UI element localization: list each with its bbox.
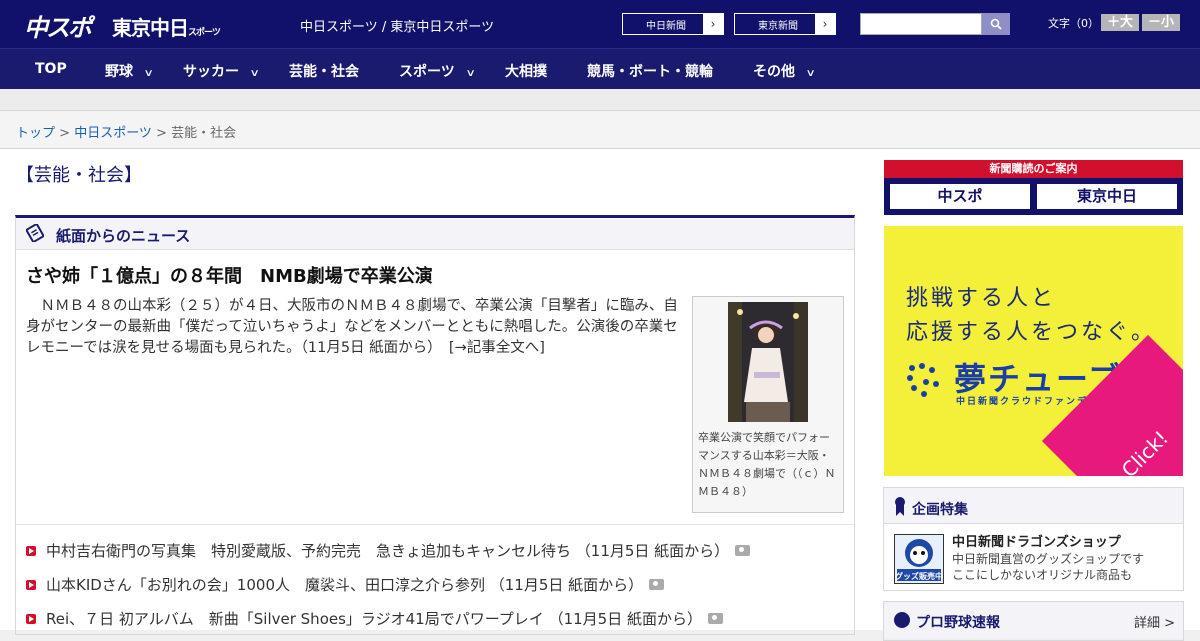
nav-item-label: TOP [35,61,67,77]
list-divider [16,524,854,525]
baseball-scores-box: プロ野球速報 詳細 > [883,601,1184,641]
chevron-down-icon: ∨ [465,68,476,79]
nav-item-baseball[interactable]: 野球 ∨ [105,61,154,81]
crowdfunding-ad[interactable]: 挑戦する人と 応援する人をつなぐ。 夢チューブ 中日新聞クラウドファンディング … [884,226,1183,476]
chevron-down-icon: ∨ [805,68,816,79]
breadcrumb-separator: > [55,126,75,141]
search-button[interactable] [982,13,1010,35]
list-item-text: 中村吉右衛門の写真集 特別愛蔵版、予約完売 急きょ追加もキャンセル待ち （11月… [46,542,730,560]
newspaper-icon [26,224,44,242]
nav-item-other[interactable]: その他 ∨ [753,61,816,81]
lead-photo-box: 卒業公演で笑顔でパフォーマンスする山本彩＝大阪・ＮＭＢ４８劇場で（（ｃ）ＮＭＢ４… [692,296,844,513]
dragons-shop-thumbnail[interactable]: グッズ販売中 [894,534,944,584]
feature-header: 企画特集 [884,488,1183,524]
baseball-icon [894,612,910,628]
nav-item-label: 大相撲 [505,64,547,80]
arrow-bullet-icon [26,580,36,590]
arrow-bullet-icon [26,546,36,556]
list-item[interactable]: 中村吉右衛門の写真集 特別愛蔵版、予約完売 急きょ追加もキャンセル待ち （11月… [26,540,751,561]
page-title: 【芸能・社会】 [16,165,142,186]
ribbon-icon [895,497,905,516]
dragons-mascot-icon: グッズ販売中 [895,539,943,581]
tokyo-chunichi-sports-logo[interactable]: 東京中日スポーツ [112,12,221,41]
spacer-strip [0,89,1200,111]
nav-item-label: 競馬・ボート・競輪 [587,64,713,80]
nav-item-label: その他 [753,64,795,80]
chevron-down-icon: ∨ [249,68,260,79]
subscription-chunichi-sports[interactable]: 中スポ [888,182,1032,211]
nav-item-entertainment[interactable]: 芸能・社会 [289,61,359,81]
performer-photo-icon [728,302,808,422]
breadcrumb: トップ > 中日スポーツ > 芸能・社会 [16,122,236,141]
tokyo-chunichi-logo-text: 東京中日 [112,16,189,40]
nav-item-label: サッカー [183,64,239,80]
breadcrumb-chunichi-sports[interactable]: 中日スポーツ [74,126,152,141]
nav-item-racing[interactable]: 競馬・ボート・競輪 [587,61,713,81]
chunichi-shimbun-link[interactable]: 中日新聞 › [622,13,724,35]
nav-item-sports[interactable]: スポーツ ∨ [399,61,476,81]
lead-photo[interactable] [728,302,808,422]
font-size-label: 文字（0） [1048,17,1099,30]
font-smaller-button[interactable]: －小 [1142,14,1180,31]
chevron-right-icon: › [703,14,723,34]
nav-item-label: スポーツ [399,64,455,80]
nav-item-label: 野球 [105,64,133,80]
dots-logo-icon [907,363,939,397]
nav-item-top[interactable]: TOP [35,61,67,77]
breadcrumb-current: 芸能・社会 [171,126,237,141]
feature-box: 企画特集 グッズ販売中 中日新聞ドラゴンズショップ 中日新聞直営のグッズショップ… [883,487,1184,591]
lead-article-body[interactable]: ＮＭＢ４８の山本彩（２５）が４日、大阪市のＮＭＢ４８劇場で、卒業公演「目撃者」に… [26,296,686,359]
top-header: 中スポ 東京中日スポーツ 中日スポーツ / 東京中日スポーツ 中日新聞 › 東京… [0,0,1200,48]
main-nav: TOP 野球 ∨ サッカー ∨ 芸能・社会 スポーツ ∨ 大相撲 競馬・ボート・競輪 … [0,48,1200,89]
list-item-text: Rei、７日 初アルバム 新曲「Silver Shoes」ラジオ41局でパワープ… [46,610,702,628]
breadcrumb-bar: トップ > 中日スポーツ > 芸能・社会 [0,111,1200,149]
shop-title[interactable]: 中日新聞ドラゴンズショップ [952,531,1121,550]
breadcrumb-top[interactable]: トップ [16,126,55,141]
baseball-header: プロ野球速報 詳細 > [884,602,1183,638]
shop-desc-line-2: ここにしかないオリジナル商品も [952,568,1133,582]
camera-icon [735,545,751,556]
search-input[interactable] [860,13,982,35]
search-icon [990,18,1002,30]
camera-icon [649,579,665,590]
news-box-title: 紙面からのニュース [56,227,191,245]
nav-item-label: 芸能・社会 [289,64,359,80]
shop-desc-line-1: 中日新聞直営のグッズショップです [952,552,1145,566]
breadcrumb-separator: > [151,126,172,141]
list-item[interactable]: Rei、７日 初アルバム 新曲「Silver Shoes」ラジオ41局でパワープ… [26,608,723,629]
list-item[interactable]: 山本KIDさん「お別れの会」1000人 魔裟斗、田口淳之介ら参列 （11月5日 … [26,574,665,595]
arrow-bullet-icon [26,614,36,624]
baseball-detail-link[interactable]: 詳細 > [1134,612,1175,631]
main-content: 【芸能・社会】 紙面からのニュース さや姉「１億点」の８年間 NMB劇場で卒業公… [0,149,1200,641]
nav-item-soccer[interactable]: サッカー ∨ [183,61,260,81]
feature-title: 企画特集 [912,502,968,518]
shop-thumb-text: グッズ販売中 [895,571,943,581]
font-larger-button[interactable]: ＋大 [1101,14,1139,31]
tokyo-shimbun-link[interactable]: 東京新聞 › [734,13,836,35]
subscription-head: 新聞購読のご案内 [884,160,1183,178]
news-box: 紙面からのニュース さや姉「１億点」の８年間 NMB劇場で卒業公演 ＮＭＢ４８の… [15,215,855,635]
subscription-banner[interactable]: 新聞購読のご案内 中スポ 東京中日 [884,160,1183,215]
chunichi-sports-logo[interactable]: 中スポ [24,8,92,43]
subscription-tokyo-chunichi[interactable]: 東京中日 [1035,182,1179,211]
tokyo-shimbun-label: 東京新聞 [758,20,798,32]
nav-item-sumo[interactable]: 大相撲 [505,61,547,81]
chevron-right-icon: › [815,14,835,34]
ad-line-1: 挑戦する人と [906,286,1057,311]
tokyo-chunichi-logo-small: スポーツ [188,28,221,38]
lead-photo-caption: 卒業公演で笑顔でパフォーマンスする山本彩＝大阪・ＮＭＢ４８劇場で（（ｃ）ＮＭＢ４… [698,431,836,498]
chevron-down-icon: ∨ [143,68,154,79]
lead-article-title[interactable]: さや姉「１億点」の８年間 NMB劇場で卒業公演 [26,262,433,288]
camera-icon [707,613,723,624]
ad-line-2: 応援する人をつなぐ。 [906,320,1157,345]
shop-description: 中日新聞直営のグッズショップです ここにしかないオリジナル商品も [952,551,1144,583]
baseball-title: プロ野球速報 [916,615,1000,631]
list-item-text: 山本KIDさん「お別れの会」1000人 魔裟斗、田口淳之介ら参列 （11月5日 … [46,576,644,594]
site-names: 中日スポーツ / 東京中日スポーツ [300,20,495,35]
news-box-header: 紙面からのニュース [16,218,854,250]
chunichi-shimbun-label: 中日新聞 [646,20,686,32]
